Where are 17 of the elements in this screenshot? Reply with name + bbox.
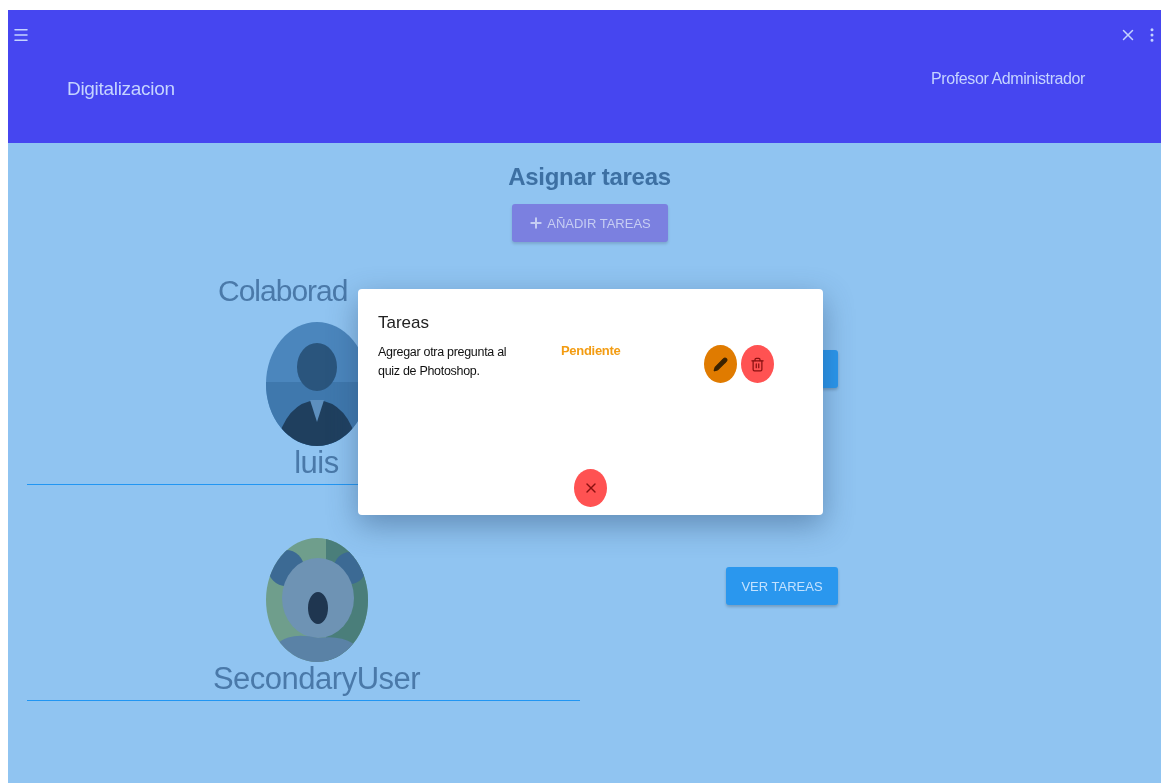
trash-icon xyxy=(750,356,766,372)
collaborator-name: luis xyxy=(294,446,339,480)
app-title: Digitalizacion xyxy=(67,78,175,100)
task-description: Agregar otra pregunta al quiz de Photoshop. xyxy=(378,344,508,380)
section-title: Colaborad xyxy=(218,274,348,308)
task-status: Pendiente xyxy=(561,343,621,358)
edit-button[interactable] xyxy=(704,345,738,383)
collaborator-name: SecondaryUser xyxy=(212,662,421,696)
user-name: Profesor Administrador xyxy=(931,70,1085,88)
add-tasks-button[interactable]: AÑADIR TAREAS xyxy=(511,204,668,242)
menu-icon[interactable] xyxy=(12,26,30,44)
close-button[interactable] xyxy=(574,469,607,507)
view-tasks-button[interactable]: VER TAREAS xyxy=(726,567,838,605)
pencil-icon xyxy=(713,356,729,372)
page-heading: Asignar tareas xyxy=(507,163,671,191)
delete-button[interactable] xyxy=(741,345,775,383)
dialog-title: Tareas xyxy=(378,313,431,333)
